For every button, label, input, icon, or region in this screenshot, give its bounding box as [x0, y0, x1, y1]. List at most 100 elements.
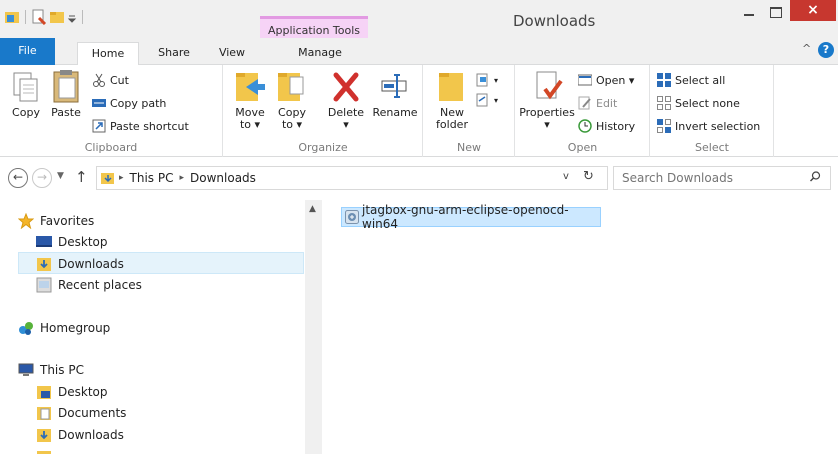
desktop-folder-icon	[36, 384, 52, 400]
refresh-icon[interactable]: ↻	[583, 169, 594, 184]
tab-home[interactable]: Home	[77, 42, 139, 66]
quick-access-toolbar	[4, 4, 86, 30]
rename-button[interactable]: Rename	[372, 67, 418, 119]
properties-button[interactable]: Properties ▾	[518, 67, 576, 131]
new-item-button[interactable]: ▾	[476, 71, 498, 89]
paste-shortcut-button[interactable]: Paste shortcut	[92, 117, 189, 135]
new-group-label: New	[457, 141, 481, 154]
new-item-arrow: ▾	[494, 75, 499, 85]
address-bar[interactable]: ▸ This PC ▸ Downloads v ↻	[96, 166, 608, 190]
tab-file[interactable]: File	[0, 38, 55, 65]
explorer-window: Application Tools Downloads × File Home …	[0, 0, 838, 454]
nav-favorites[interactable]: Favorites	[17, 210, 94, 232]
organize-group-label: Organize	[298, 141, 348, 154]
nav-this-pc[interactable]: This PC	[18, 359, 84, 381]
window-title: Downloads	[513, 12, 596, 30]
forward-button[interactable]: →	[32, 168, 52, 188]
tab-share[interactable]: Share	[150, 42, 198, 65]
nav-this-pc-music-partial[interactable]	[36, 446, 52, 454]
open-icon	[577, 73, 593, 87]
move-to-button[interactable]: Move to ▾	[230, 67, 270, 131]
nav-favorites-recent-places-label: Recent places	[58, 278, 142, 292]
paste-shortcut-icon	[92, 119, 106, 133]
search-input[interactable]	[622, 170, 802, 186]
music-folder-icon	[36, 449, 52, 454]
nav-this-pc-downloads[interactable]: Downloads	[36, 424, 124, 446]
move-to-icon	[234, 69, 266, 105]
minimize-ribbon-button[interactable]: ^	[802, 42, 811, 55]
application-tools-label: Application Tools	[267, 24, 361, 37]
delete-dropdown-arrow[interactable]: ▾	[324, 119, 368, 131]
copy-button[interactable]: Copy	[8, 67, 44, 119]
select-none-button[interactable]: Select none	[657, 94, 740, 112]
navigation-pane-scrollbar[interactable]: ▲	[305, 200, 322, 454]
recent-locations-button[interactable]: ▼	[57, 171, 64, 181]
breadcrumb-separator[interactable]: ▸	[119, 173, 124, 183]
rename-label: Rename	[372, 106, 418, 119]
computer-icon	[18, 362, 34, 378]
downloads-folder-icon	[36, 256, 52, 272]
edit-button[interactable]: Edit	[578, 94, 617, 112]
file-item[interactable]: jtagbox-gnu-arm-eclipse-openocd-win64	[341, 203, 601, 231]
new-folder-button[interactable]: New folder	[432, 67, 472, 131]
nav-this-pc-documents-label: Documents	[58, 406, 127, 420]
address-history-dropdown[interactable]: v	[563, 171, 569, 182]
clipboard-group-label: Clipboard	[84, 141, 138, 154]
open-group: Properties ▾ Open ▾ Edit History Open	[516, 65, 650, 157]
nav-favorites-desktop[interactable]: Desktop	[36, 231, 108, 253]
delete-button[interactable]: Delete ▾	[324, 67, 368, 131]
documents-folder-icon	[36, 405, 52, 421]
copy-label: Copy	[12, 106, 40, 119]
delete-x-icon	[330, 69, 362, 105]
copy-path-button[interactable]: Copy path	[92, 94, 166, 112]
customize-toolbar-icon[interactable]	[67, 9, 77, 25]
copy-to-button[interactable]: Copy to ▾	[272, 67, 312, 131]
downloads-folder-icon	[101, 171, 115, 185]
desktop-icon	[36, 234, 52, 250]
new-folder-quick-icon[interactable]	[49, 9, 65, 25]
breadcrumb-this-pc[interactable]: This PC	[130, 171, 174, 185]
copy-path-icon	[92, 96, 106, 110]
select-all-icon	[657, 73, 671, 87]
breadcrumb: ▸ This PC ▸ Downloads	[119, 171, 256, 185]
search-box[interactable]	[613, 166, 831, 190]
edit-pencil-icon	[578, 96, 592, 110]
breadcrumb-separator[interactable]: ▸	[179, 173, 184, 183]
toolbar-separator	[25, 10, 26, 24]
nav-this-pc-desktop[interactable]: Desktop	[36, 381, 108, 403]
minimize-button[interactable]	[736, 2, 762, 22]
up-button[interactable]: ↑	[75, 168, 88, 186]
help-icon[interactable]: ?	[818, 42, 834, 58]
tab-manage[interactable]: Manage	[282, 42, 358, 65]
explorer-app-icon[interactable]	[4, 9, 20, 25]
close-button[interactable]: ×	[790, 0, 836, 21]
back-button[interactable]: ←	[8, 168, 28, 188]
open-button[interactable]: Open ▾	[577, 71, 634, 89]
nav-this-pc-documents[interactable]: Documents	[36, 402, 126, 424]
maximize-button[interactable]	[762, 2, 788, 22]
cut-button[interactable]: Cut	[92, 71, 129, 89]
history-button[interactable]: History	[578, 117, 635, 135]
breadcrumb-downloads[interactable]: Downloads	[190, 171, 256, 185]
paste-shortcut-label: Paste shortcut	[110, 119, 189, 133]
properties-dropdown-arrow[interactable]: ▾	[518, 119, 576, 131]
easy-access-button[interactable]: ▾	[476, 91, 498, 109]
nav-favorites-downloads[interactable]: Downloads	[36, 253, 124, 275]
new-item-icon	[476, 73, 490, 87]
invert-selection-label: Invert selection	[675, 119, 761, 133]
tab-view[interactable]: View	[212, 42, 252, 65]
properties-quick-icon[interactable]	[31, 9, 47, 26]
invert-selection-button[interactable]: Invert selection	[657, 117, 760, 135]
cut-label: Cut	[110, 73, 129, 87]
scroll-up-arrow[interactable]: ▲	[309, 204, 316, 214]
nav-this-pc-label: This PC	[40, 363, 84, 377]
nav-favorites-recent-places[interactable]: Recent places	[36, 274, 142, 296]
file-item-name: jtagbox-gnu-arm-eclipse-openocd-win64	[362, 203, 569, 231]
nav-this-pc-desktop-label: Desktop	[58, 385, 108, 399]
search-icon[interactable]	[809, 171, 821, 182]
ribbon-tab-row: File Home Share View Manage ^ ?	[0, 38, 838, 66]
invert-selection-icon	[657, 119, 671, 133]
paste-button[interactable]: Paste	[48, 67, 84, 119]
nav-homegroup[interactable]: Homegroup	[18, 317, 110, 339]
select-all-button[interactable]: Select all	[657, 71, 725, 89]
